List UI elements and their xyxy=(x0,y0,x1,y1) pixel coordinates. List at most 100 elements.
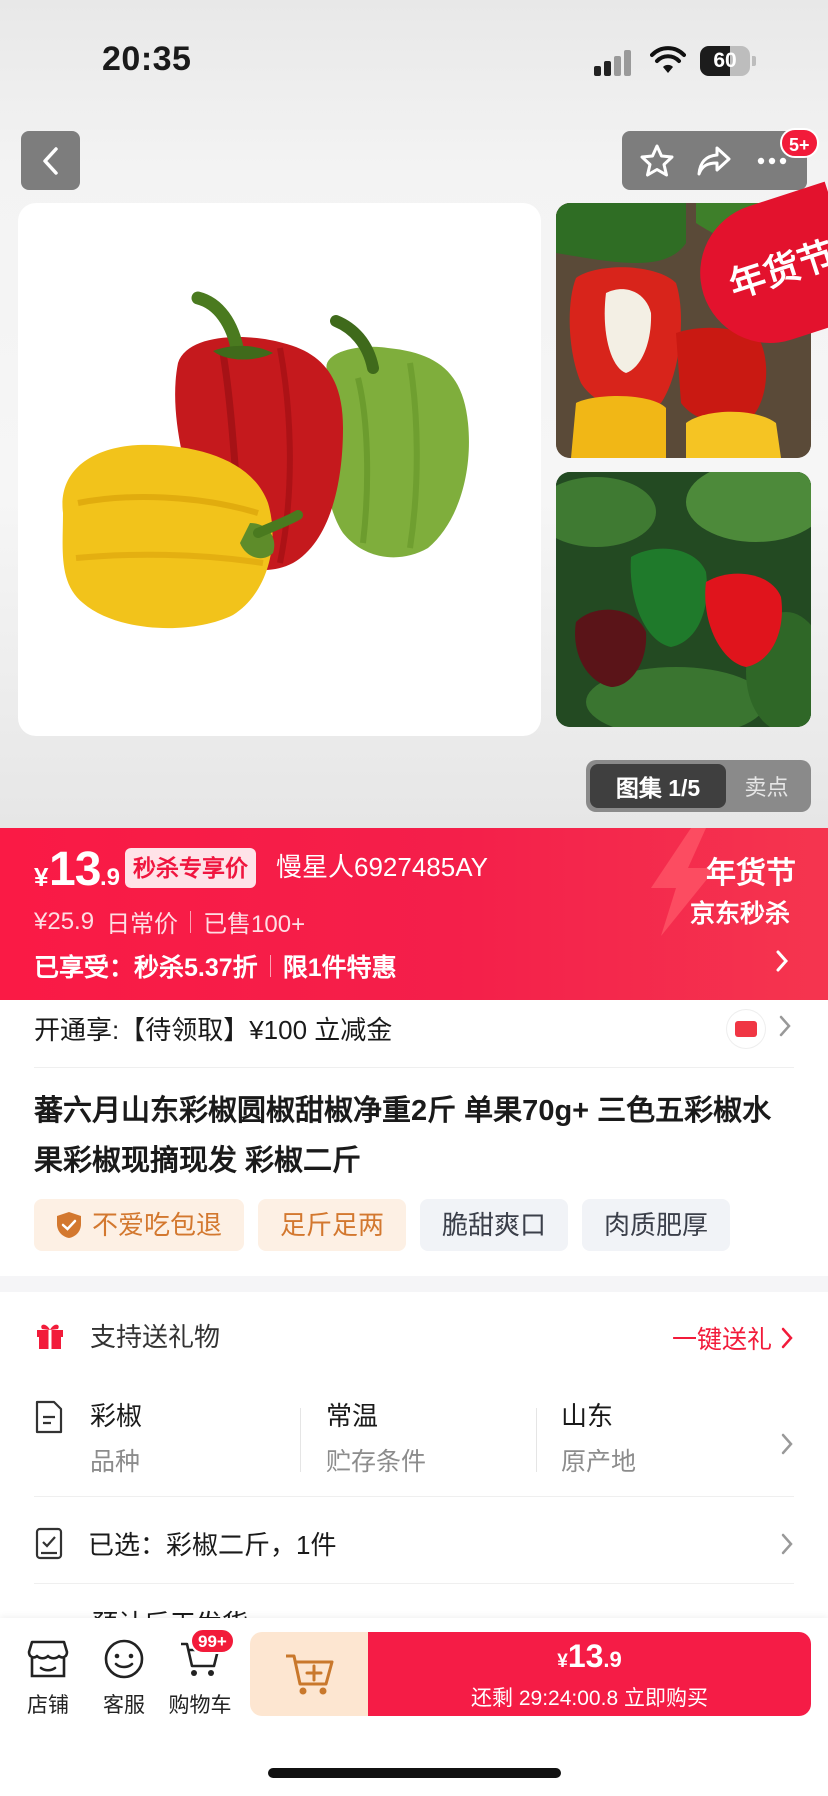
spec-key: 品种 xyxy=(90,1448,141,1476)
status-time: 20:35 xyxy=(102,40,192,78)
product-title: 蕃六月山东彩椒圆椒甜椒净重2斤 单果70g+ 三色五彩椒水果彩椒现摘现发 彩椒二… xyxy=(34,1095,772,1177)
selection-text: 已选：彩椒二斤，1件 xyxy=(88,1529,337,1560)
cart-count-badge: 99+ xyxy=(190,1628,235,1654)
store-button[interactable]: 店铺 xyxy=(12,1638,84,1719)
home-indicator xyxy=(268,1768,561,1778)
price-decimal: .9 xyxy=(100,864,121,891)
cellular-signal-icon xyxy=(594,50,636,76)
customer-service-button[interactable]: 客服 xyxy=(88,1638,160,1719)
gift-icon xyxy=(37,1324,63,1349)
spec-storage: 常温 贮存条件 xyxy=(326,1396,426,1484)
tag-label: 不爱吃包退 xyxy=(92,1210,223,1240)
gallery-thumbnail-2[interactable] xyxy=(556,472,811,727)
tag-weight: 足斤足两 xyxy=(258,1199,407,1251)
divider xyxy=(34,1067,794,1068)
benefit-prefix: 已享受： xyxy=(34,954,135,982)
spec-variety: 彩椒 品种 xyxy=(90,1396,142,1484)
tag-label: 脆甜爽口 xyxy=(442,1210,547,1240)
gift-action-label: 一键送礼 xyxy=(671,1326,772,1354)
coupon-text: 开通享:【待领取】¥100 立减金 xyxy=(34,1014,393,1045)
chevron-right-icon xyxy=(779,1015,791,1037)
buy-currency: ¥ xyxy=(557,1651,568,1672)
divider xyxy=(34,1583,794,1584)
spec-value: 常温 xyxy=(326,1401,379,1431)
cart-label: 购物车 xyxy=(168,1694,232,1717)
festival-logo: 年货节 xyxy=(706,856,796,891)
pepper-plant-image xyxy=(556,472,811,727)
wifi-icon xyxy=(650,46,686,73)
share-icon xyxy=(697,146,731,175)
tag-refund: 不爱吃包退 xyxy=(34,1199,245,1251)
price-integer: 13 xyxy=(49,843,101,896)
chevron-left-icon xyxy=(42,146,58,175)
benefit-discount: 秒杀5.37折 xyxy=(134,954,258,982)
gift-row[interactable]: 支持送礼物 一键送礼 xyxy=(34,1310,794,1360)
flash-sale-badge: 秒杀专享价 xyxy=(125,848,256,888)
sold-count: 已售100+ xyxy=(203,911,306,938)
battery-level: 60 xyxy=(713,49,737,72)
spec-value: 彩椒 xyxy=(90,1401,143,1431)
spec-key: 原产地 xyxy=(561,1448,637,1476)
share-button[interactable] xyxy=(690,137,738,185)
tag-label: 足斤足两 xyxy=(280,1210,385,1240)
festival-ribbon-text: 年货节 xyxy=(724,233,828,307)
buy-price: ¥13.9 xyxy=(368,1638,811,1675)
original-price: ¥25.9 xyxy=(34,907,95,935)
star-icon xyxy=(640,144,674,176)
coupon-row[interactable]: 开通享:【待领取】¥100 立减金 xyxy=(34,1006,794,1050)
buy-price-decimal: .9 xyxy=(603,1647,622,1672)
battery-icon: 60 xyxy=(700,46,756,76)
main-product-image[interactable] xyxy=(18,203,541,736)
chevron-right-icon xyxy=(781,1533,793,1555)
benefit-limit: 限1件特惠 xyxy=(282,954,397,982)
spec-row[interactable]: 彩椒 品种 常温 贮存条件 山东 原产地 xyxy=(34,1396,794,1496)
store-icon xyxy=(27,1640,69,1678)
shield-check-icon xyxy=(57,1212,81,1238)
add-to-cart-button[interactable] xyxy=(250,1632,370,1716)
price-currency: ¥ xyxy=(34,862,49,892)
one-click-gift-button[interactable]: 一键送礼 xyxy=(672,1320,794,1356)
original-price-label: 日常价 xyxy=(106,911,179,938)
back-button[interactable] xyxy=(21,131,80,190)
tag-label: 肉质肥厚 xyxy=(604,1210,709,1240)
spec-origin: 山东 原产地 xyxy=(561,1396,636,1484)
buy-price-integer: 13 xyxy=(567,1638,604,1674)
document-icon xyxy=(35,1400,63,1434)
clipboard-icon xyxy=(35,1527,63,1560)
bell-peppers-image xyxy=(62,291,469,629)
user-handle: 慢星人6927485AY xyxy=(276,852,488,882)
chevron-right-icon xyxy=(781,1433,793,1455)
price-meta: ¥25.9 日常价 已售100+ xyxy=(34,904,305,939)
gallery-tab-album[interactable]: 图集 1/5 xyxy=(590,764,726,808)
smiley-chat-icon xyxy=(104,1639,144,1679)
service-label: 客服 xyxy=(103,1694,145,1717)
spec-value: 山东 xyxy=(561,1401,614,1431)
card-icon xyxy=(727,1010,765,1048)
chevron-right-icon xyxy=(781,1327,793,1349)
price-band: ¥ 13 .9 秒杀专享价 慢星人6927485AY ¥25.9 日常价 已售1… xyxy=(0,828,828,1000)
product-tags: 不爱吃包退 足斤足两 脆甜爽口 肉质肥厚 xyxy=(34,1199,731,1251)
gallery-tab-selling-points[interactable]: 卖点 xyxy=(726,770,807,802)
jd-flash-sale-link[interactable]: 京东秒杀 xyxy=(690,894,790,930)
selection-row[interactable]: 已选：彩椒二斤，1件 xyxy=(34,1518,794,1568)
notification-badge: 5+ xyxy=(780,128,819,158)
section-separator xyxy=(0,1276,828,1292)
more-dots-icon xyxy=(757,157,787,164)
tag-thick: 肉质肥厚 xyxy=(582,1199,731,1251)
chevron-right-icon xyxy=(776,950,789,972)
shipping-row[interactable]: 预计后天发货 xyxy=(34,1600,794,1620)
favorite-button[interactable] xyxy=(633,137,681,185)
spec-key: 贮存条件 xyxy=(326,1448,427,1476)
divider xyxy=(34,1496,794,1497)
buy-now-button[interactable]: ¥13.9 还剩 29:24:00.8 立即购买 xyxy=(368,1632,811,1716)
buy-countdown: 还剩 29:24:00.8 立即购买 xyxy=(471,1687,708,1710)
status-bar: 20:35 60 xyxy=(0,0,828,110)
tag-crisp: 脆甜爽口 xyxy=(420,1199,569,1251)
divider xyxy=(536,1408,537,1472)
divider xyxy=(300,1408,301,1472)
gift-label: 支持送礼物 xyxy=(90,1321,221,1352)
benefit-row[interactable]: 已享受： 秒杀5.37折 限1件特惠 xyxy=(34,948,397,984)
gallery-switch: 图集 1/5 卖点 xyxy=(586,760,811,812)
store-label: 店铺 xyxy=(27,1694,69,1717)
add-cart-icon xyxy=(286,1654,334,1695)
